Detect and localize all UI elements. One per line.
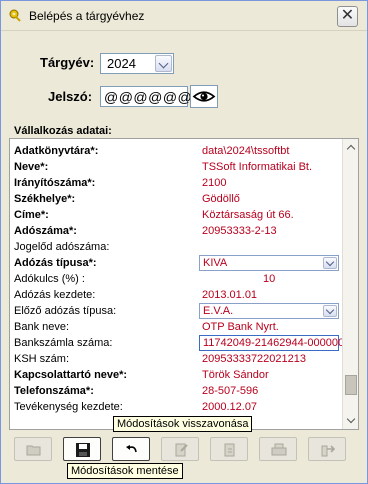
field-value: 11742049-21462944-000000 [203,337,342,349]
list-item: Bankszámla száma: 11742049-21462944-0000… [10,335,342,352]
field-label: Adózás kezdete: [14,289,96,301]
field-label: Adatkönyvtára*: [14,145,99,157]
export-icon [321,445,336,457]
field-label: Adószáma*: [14,225,77,237]
revert-button[interactable] [112,437,150,461]
print-icon [271,443,287,456]
eye-icon [192,91,216,102]
year-select[interactable]: 2024 [100,53,174,74]
open-button[interactable] [14,437,52,461]
title-bar[interactable]: Belépés a tárgyévhez ✕ [1,1,367,31]
field-value[interactable]: 20953333722021213 [202,353,306,365]
field-label: Bank neve: [14,321,70,333]
company-section-label: Vállalkozás adatai: [14,125,112,137]
field-value[interactable]: Török Sándor [202,369,269,381]
previous-tax-type-select[interactable]: E.V.A. [199,303,339,319]
field-label: Adókulcs (%) : [14,273,85,285]
import-icon [224,443,235,457]
scroll-down-icon[interactable] [343,413,358,429]
password-label: Jelszó: [48,89,93,104]
company-field-list: Adatkönyvtára*: data\2024\tssoftbt Neve*… [10,139,342,429]
bank-account-input[interactable]: 11742049-21462944-000000 [199,335,342,351]
field-label: Adózás típusa*: [14,257,97,269]
password-value: @@@@@@ [104,89,193,105]
vertical-scrollbar[interactable] [342,139,358,429]
field-label: Címe*: [14,209,49,221]
field-label: Kapcsolattartó neve*: [14,369,128,381]
edit-button[interactable] [161,437,199,461]
list-item: Jogelőd adószáma: [10,239,342,256]
list-item: Tevékenység kezdete: 2000.12.07 [10,399,342,416]
field-value[interactable]: 28-507-596 [202,385,258,397]
field-value: E.V.A. [203,305,234,317]
field-value[interactable]: data\2024\tssoftbt [202,145,289,157]
list-item: Adókulcs (%) : 10 [10,271,342,288]
list-item: Telefonszáma*: 28-507-596 [10,383,342,400]
close-icon: ✕ [340,7,355,24]
open-folder-icon [26,445,41,456]
print-button[interactable] [259,437,297,461]
key-icon [9,9,21,22]
field-label: Telefonszáma*: [14,385,94,397]
field-value[interactable]: Gödöllő [202,193,240,205]
field-label: Jogelőd adószáma: [14,241,110,253]
import-button[interactable] [210,437,248,461]
field-value[interactable]: Köztársaság út 66. [202,209,294,221]
list-item: Kapcsolattartó neve*: Török Sándor [10,367,342,384]
chevron-down-icon[interactable] [323,257,337,269]
field-label: Bankszámla száma: [14,337,113,349]
year-value: 2024 [107,56,136,71]
window-title: Belépés a tárgyévhez [29,9,145,23]
field-value: KIVA [203,257,228,269]
save-button[interactable] [63,437,101,461]
undo-arrow-icon [126,445,137,453]
chevron-down-icon[interactable] [323,305,337,317]
export-button[interactable] [308,437,346,461]
field-value[interactable]: 2100 [202,177,226,189]
field-label: Tevékenység kezdete: [14,401,123,413]
field-value[interactable]: 20953333-2-13 [202,225,277,237]
year-label: Tárgyév: [40,55,95,70]
field-label: Neve*: [14,161,49,173]
close-button[interactable]: ✕ [337,6,358,27]
scroll-up-icon[interactable] [343,139,358,155]
field-value[interactable]: 2013.01.01 [202,289,257,301]
list-item: Adózás típusa*: KIVA [10,255,342,272]
list-item: Bank neve: OTP Bank Nyrt. [10,319,342,336]
field-value[interactable]: OTP Bank Nyrt. [202,321,279,333]
tax-type-select[interactable]: KIVA [199,255,339,271]
list-item: Címe*: Köztársaság út 66. [10,207,342,224]
list-item: Irányítószáma*: 2100 [10,175,342,192]
company-data-panel: Adatkönyvtára*: data\2024\tssoftbt Neve*… [9,138,359,430]
field-label: Irányítószáma*: [14,177,96,189]
field-label: KSH szám: [14,353,70,365]
list-item: Neve*: TSSoft Informatikai Bt. [10,159,342,176]
field-label: Előző adózás típusa: [14,305,117,317]
list-item: KSH szám: 20953333722021213 [10,351,342,368]
dialog-window: Belépés a tárgyévhez ✕ Tárgyév: 2024 Jel… [0,0,368,484]
field-value[interactable]: 2000.12.07 [202,401,257,413]
edit-document-icon [175,443,188,457]
field-value[interactable]: 10 [263,273,275,285]
field-label: Székhelye*: [14,193,76,205]
field-value[interactable]: TSSoft Informatikai Bt. [202,161,312,173]
list-item: Adatkönyvtára*: data\2024\tssoftbt [10,143,342,160]
list-item: Adózás kezdete: 2013.01.01 [10,287,342,304]
show-password-button[interactable] [190,85,218,108]
revert-tooltip: Módosítások visszavonása [113,416,253,432]
list-item: Adószáma*: 20953333-2-13 [10,223,342,240]
scroll-thumb[interactable] [345,375,357,395]
chevron-down-icon[interactable] [155,55,172,72]
list-item: Előző adózás típusa: E.V.A. [10,303,342,320]
save-floppy-icon [76,443,90,457]
list-item: Székhelye*: Gödöllő [10,191,342,208]
password-input[interactable]: @@@@@@ [100,86,192,107]
save-tooltip: Módosítások mentése [67,463,183,479]
